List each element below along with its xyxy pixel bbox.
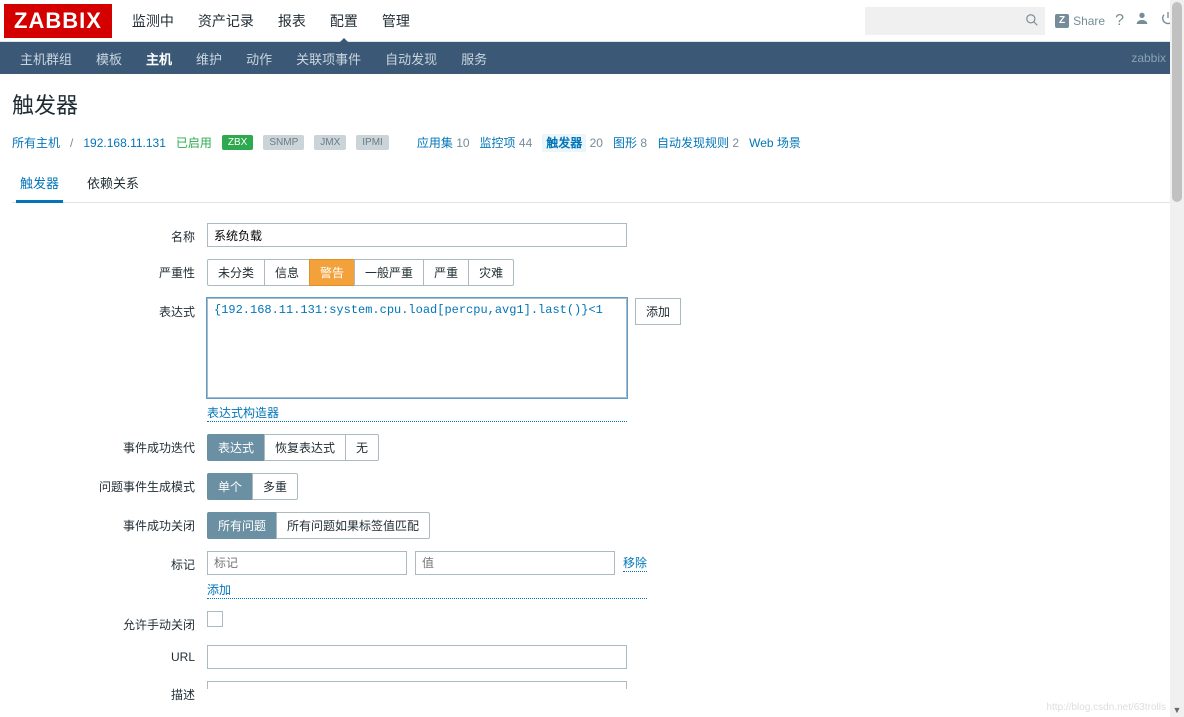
severity-high[interactable]: 严重: [423, 259, 469, 286]
count-discovery: 2: [732, 136, 739, 150]
search-wrap: [865, 7, 1045, 35]
subnav-actions[interactable]: 动作: [234, 41, 284, 76]
ok-event-group: 表达式 恢复表达式 无: [207, 434, 379, 461]
status-enabled: 已启用: [176, 134, 212, 151]
link-triggers[interactable]: 触发器: [542, 134, 586, 152]
link-items[interactable]: 监控项: [480, 136, 516, 150]
label-description: 描述: [12, 681, 207, 703]
logo: ZABBIX: [4, 4, 112, 38]
severity-warning[interactable]: 警告: [309, 259, 355, 286]
breadcrumb-host[interactable]: 192.168.11.131: [83, 136, 166, 150]
severity-information[interactable]: 信息: [264, 259, 310, 286]
main-menu-administration[interactable]: 管理: [370, 0, 422, 43]
tag-row: 移除: [207, 551, 647, 575]
ok-event-recovery[interactable]: 恢复表达式: [264, 434, 346, 461]
subnav-correlation[interactable]: 关联项事件: [284, 41, 373, 76]
ok-event-none[interactable]: 无: [345, 434, 379, 461]
subnav-hostgroups[interactable]: 主机群组: [8, 41, 84, 76]
share-button[interactable]: Z Share: [1055, 14, 1105, 28]
search-icon[interactable]: [1025, 13, 1039, 30]
topbar-right: Z Share ?: [865, 7, 1176, 35]
input-tag-value[interactable]: [415, 551, 615, 575]
label-ok-event: 事件成功迭代: [12, 434, 207, 456]
count-items: 44: [519, 136, 532, 150]
label-url: URL: [12, 645, 207, 664]
subnav-services[interactable]: 服务: [449, 41, 499, 76]
severity-disaster[interactable]: 灾难: [468, 259, 514, 286]
label-allow-manual: 允许手动关闭: [12, 611, 207, 633]
input-name[interactable]: [207, 223, 627, 247]
label-severity: 严重性: [12, 259, 207, 281]
topbar: ZABBIX 监测中 资产记录 报表 配置 管理 Z Share ?: [0, 0, 1184, 42]
problem-mode-group: 单个 多重: [207, 473, 298, 500]
jmx-badge: JMX: [314, 135, 346, 150]
breadcrumb-sep: /: [70, 136, 73, 150]
subnav-discovery[interactable]: 自动发现: [373, 41, 449, 76]
count-triggers: 20: [590, 136, 603, 150]
add-expression-button[interactable]: 添加: [635, 298, 681, 325]
scrollbar[interactable]: ▲ ▼: [1170, 0, 1184, 717]
zbx-badge: ZBX: [222, 135, 253, 150]
severity-average[interactable]: 一般严重: [354, 259, 424, 286]
severity-not-classified[interactable]: 未分类: [207, 259, 265, 286]
content: 触发器 所有主机 / 192.168.11.131 已启用 ZBX SNMP J…: [0, 74, 1184, 717]
problem-mode-multiple[interactable]: 多重: [252, 473, 298, 500]
search-input[interactable]: [865, 7, 1045, 35]
scroll-thumb[interactable]: [1172, 2, 1182, 202]
breadcrumb: 所有主机 / 192.168.11.131 已启用 ZBX SNMP JMX I…: [12, 134, 1172, 151]
label-name: 名称: [12, 223, 207, 245]
tab-dependencies[interactable]: 依赖关系: [83, 165, 143, 202]
main-menu-configuration[interactable]: 配置: [318, 0, 370, 43]
count-applications: 10: [456, 136, 469, 150]
ok-event-expression[interactable]: 表达式: [207, 434, 265, 461]
user-icon[interactable]: [1134, 10, 1150, 31]
ipmi-badge: IPMI: [356, 135, 389, 150]
ok-close-all[interactable]: 所有问题: [207, 512, 277, 539]
label-expression: 表达式: [12, 298, 207, 320]
subnav-hosts[interactable]: 主机: [134, 41, 184, 76]
link-expression-constructor[interactable]: 表达式构造器: [207, 404, 627, 422]
input-tag-name[interactable]: [207, 551, 407, 575]
link-discovery[interactable]: 自动发现规则: [657, 136, 729, 150]
snmp-badge: SNMP: [263, 135, 304, 150]
count-graphs: 8: [640, 136, 647, 150]
problem-mode-single[interactable]: 单个: [207, 473, 253, 500]
input-url[interactable]: [207, 645, 627, 669]
link-graphs[interactable]: 图形: [613, 136, 637, 150]
share-label: Share: [1073, 14, 1105, 28]
subnav-maintenance[interactable]: 维护: [184, 41, 234, 76]
breadcrumb-allhosts[interactable]: 所有主机: [12, 134, 60, 151]
scroll-down-icon[interactable]: ▼: [1170, 703, 1184, 717]
main-menu-monitoring[interactable]: 监测中: [120, 0, 186, 43]
label-tags: 标记: [12, 551, 207, 573]
watermark: http://blog.csdn.net/63trolls: [1046, 702, 1166, 713]
textarea-expression[interactable]: {192.168.11.131:system.cpu.load[percpu,a…: [207, 298, 627, 398]
ok-close-if-tag[interactable]: 所有问题如果标签值匹配: [276, 512, 430, 539]
help-icon[interactable]: ?: [1115, 12, 1124, 30]
page-title: 触发器: [12, 88, 1172, 120]
subnav: 主机群组 模板 主机 维护 动作 关联项事件 自动发现 服务 zabbix: [0, 42, 1184, 74]
share-z-icon: Z: [1055, 14, 1069, 28]
tab-trigger[interactable]: 触发器: [16, 165, 63, 203]
main-menu: 监测中 资产记录 报表 配置 管理: [120, 0, 422, 43]
subnav-templates[interactable]: 模板: [84, 41, 134, 76]
inner-tabs: 触发器 依赖关系: [12, 165, 1172, 203]
form-area: 名称 严重性 未分类 信息 警告 一般严重 严重 灾难: [12, 203, 1172, 703]
checkbox-allow-manual[interactable]: [207, 611, 223, 627]
link-applications[interactable]: 应用集: [417, 136, 453, 150]
link-tag-add[interactable]: 添加: [207, 581, 647, 599]
link-tag-remove[interactable]: 移除: [623, 554, 647, 572]
label-problem-mode: 问题事件生成模式: [12, 473, 207, 495]
label-ok-close: 事件成功关闭: [12, 512, 207, 534]
main-menu-inventory[interactable]: 资产记录: [186, 0, 266, 43]
ok-close-group: 所有问题 所有问题如果标签值匹配: [207, 512, 430, 539]
main-menu-reports[interactable]: 报表: [266, 0, 318, 43]
input-description[interactable]: [207, 681, 627, 689]
link-webscenarios[interactable]: Web 场景: [749, 136, 801, 150]
severity-group: 未分类 信息 警告 一般严重 严重 灾难: [207, 259, 514, 286]
